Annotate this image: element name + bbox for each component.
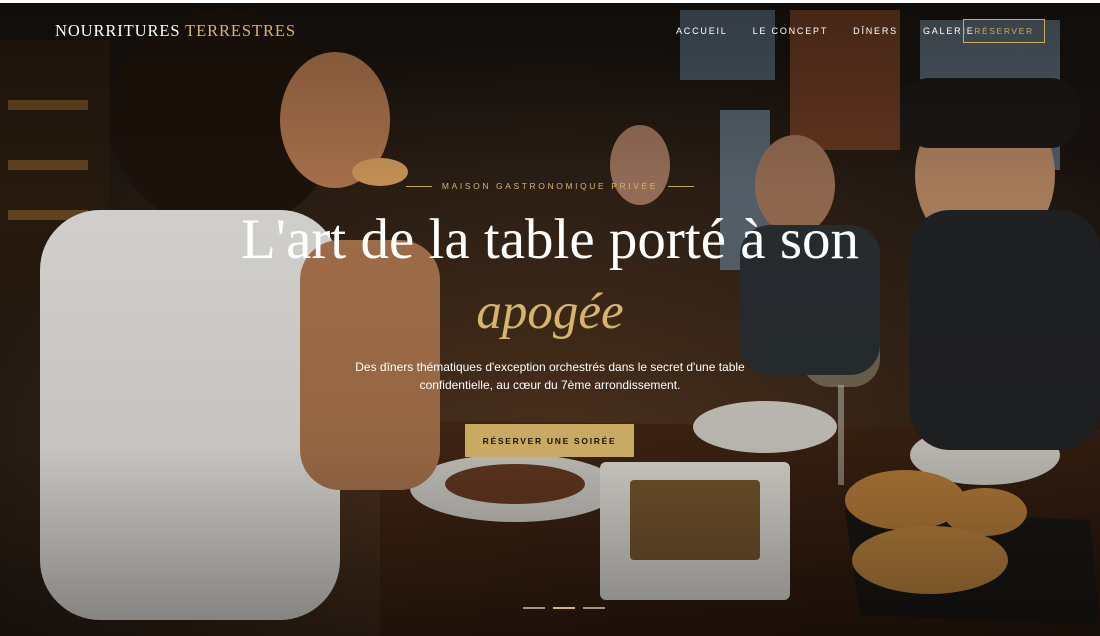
slide-dot-1[interactable]: [523, 607, 545, 609]
nav-item-accueil[interactable]: ACCUEIL: [676, 26, 728, 36]
hero-subtitle: Des dîners thématiques d'exception orche…: [340, 358, 760, 394]
reserve-evening-button[interactable]: RÉSERVER UNE SOIRÉE: [465, 424, 634, 457]
hero-eyebrow: MAISON GASTRONOMIQUE PRIVÉE: [0, 181, 1100, 191]
hero-subtitle-line-1: Des dîners thématiques d'exception orche…: [355, 360, 745, 374]
hero-subtitle-line-2: confidentielle, au cœur du 7ème arrondis…: [419, 378, 681, 392]
hero-section: NOURRITURES TERRESTRES ACCUEIL LE CONCEP…: [0, 0, 1100, 636]
top-border: [0, 0, 1100, 3]
slide-indicators: [523, 607, 605, 609]
nav-item-le-concept[interactable]: LE CONCEPT: [753, 26, 829, 36]
brand-word-2: TERRESTRES: [185, 21, 296, 40]
brand-word-1: NOURRITURES: [55, 21, 181, 40]
main-nav: ACCUEIL LE CONCEPT DÎNERS GALERIE: [676, 26, 1000, 36]
eyebrow-text: MAISON GASTRONOMIQUE PRIVÉE: [441, 181, 659, 191]
slide-dot-3[interactable]: [583, 607, 605, 609]
eyebrow-rule-right: [668, 185, 695, 187]
brand-logo[interactable]: NOURRITURES TERRESTRES: [55, 21, 296, 41]
nav-item-diners[interactable]: DÎNERS: [853, 26, 898, 36]
hero-headline: L'art de la table porté à son: [240, 208, 859, 271]
slide-dot-2[interactable]: [553, 607, 575, 609]
nav-reserve-button[interactable]: RÉSERVER: [963, 19, 1045, 43]
eyebrow-rule-left: [405, 185, 432, 187]
hero-headline-accent: apogée: [476, 284, 624, 340]
